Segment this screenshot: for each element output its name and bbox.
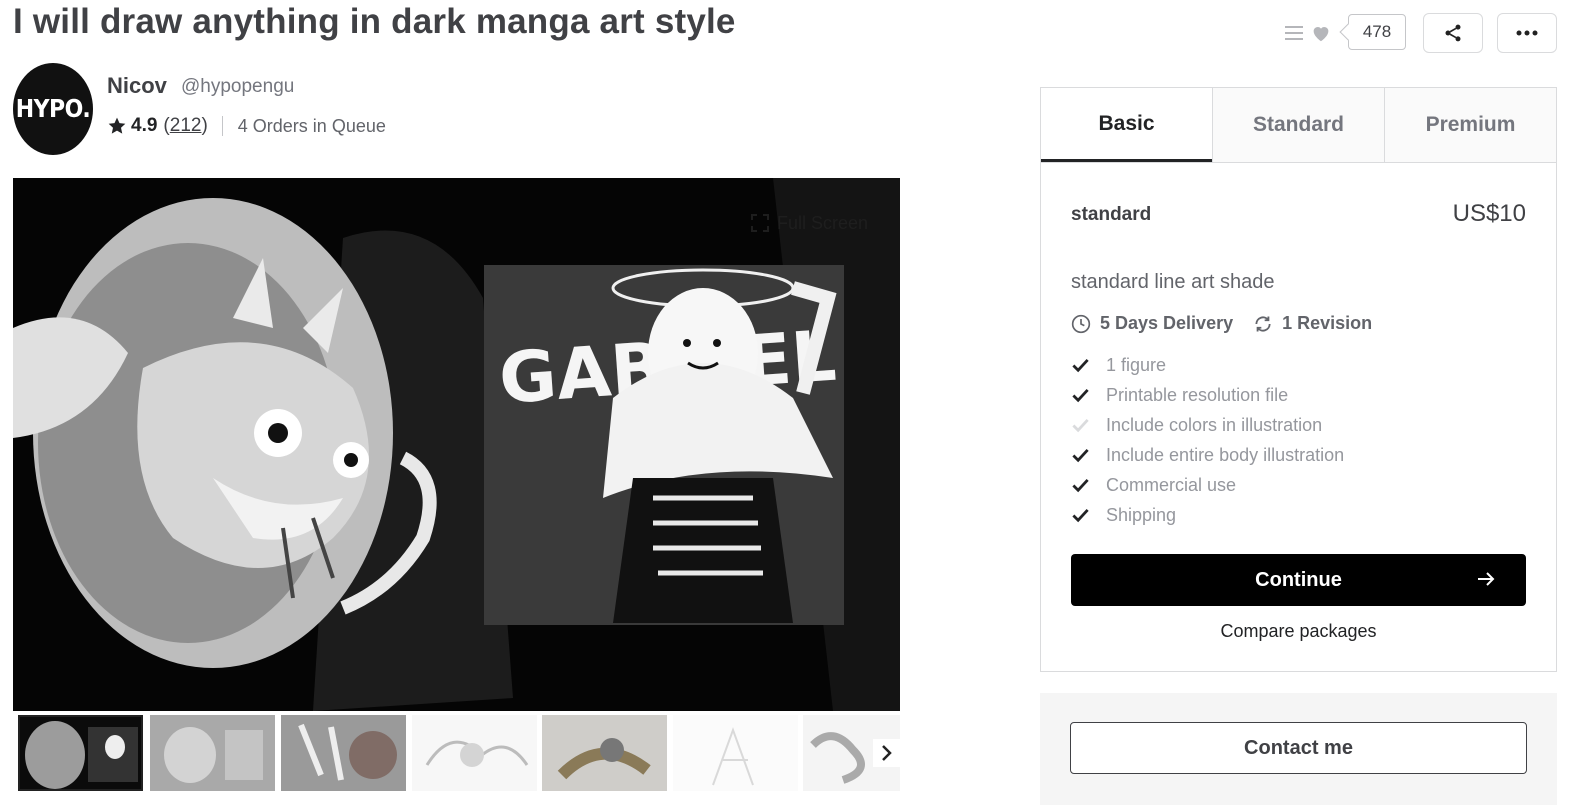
check-icon <box>1072 388 1089 402</box>
share-icon <box>1445 24 1461 42</box>
gallery-main-image[interactable]: GABRIEL Full Screen <box>13 178 900 711</box>
delivery-row: 5 Days Delivery 1 Revision <box>1071 313 1372 334</box>
thumbnail[interactable] <box>673 715 798 791</box>
contact-section: Contact me <box>1040 693 1557 805</box>
package-tabs: Basic Standard Premium <box>1041 88 1556 163</box>
gig-title: I will draw anything in dark manga art s… <box>13 2 736 41</box>
chevron-right-icon <box>882 745 892 761</box>
thumbnail[interactable] <box>150 715 275 791</box>
thumbnail[interactable] <box>281 715 406 791</box>
feature-list: 1 figure Printable resolution file Inclu… <box>1071 350 1344 530</box>
delivery-time: 5 Days Delivery <box>1100 313 1234 333</box>
package-card: Basic Standard Premium standard US$10 st… <box>1040 87 1557 672</box>
share-button[interactable] <box>1423 13 1483 53</box>
feature-item: Shipping <box>1071 500 1344 530</box>
thumbnail[interactable] <box>412 715 537 791</box>
save-count-badge: 478 <box>1348 14 1406 50</box>
heart-icon[interactable] <box>1310 22 1332 44</box>
compare-packages-link[interactable]: Compare packages <box>1041 621 1556 642</box>
feature-item: Printable resolution file <box>1071 380 1344 410</box>
tab-basic[interactable]: Basic <box>1041 88 1212 162</box>
tab-standard[interactable]: Standard <box>1212 88 1384 162</box>
package-price: US$10 <box>1452 200 1526 227</box>
fullscreen-label: Full Screen <box>777 212 869 233</box>
arrow-right-icon <box>1478 572 1495 586</box>
check-icon <box>1072 358 1089 372</box>
divider <box>221 116 223 136</box>
package-name: standard <box>1071 204 1152 225</box>
check-icon <box>1072 508 1089 522</box>
seller-rating-row: 4.9 (212) 4 Orders in Queue <box>107 115 386 137</box>
check-icon-disabled <box>1072 418 1089 432</box>
revisions-count: 1 Revision <box>1282 313 1373 333</box>
orders-in-queue: 4 Orders in Queue <box>237 115 386 136</box>
thumbnail[interactable] <box>18 715 143 791</box>
check-icon <box>1072 448 1089 462</box>
artwork-image: GABRIEL <box>13 178 900 711</box>
continue-label: Continue <box>1255 568 1342 591</box>
gallery-thumbnails <box>13 715 900 791</box>
clock-icon <box>1071 314 1091 333</box>
more-options-button[interactable] <box>1497 13 1557 53</box>
package-description: standard line art shade <box>1071 271 1275 293</box>
reviews-count[interactable]: 212 <box>170 115 202 136</box>
contact-me-button[interactable]: Contact me <box>1070 722 1527 774</box>
feature-item: Include entire body illustration <box>1071 440 1344 470</box>
more-icon <box>1516 30 1538 36</box>
gig-actions: 478 <box>1282 13 1557 54</box>
feature-item: Include colors in illustration <box>1071 410 1344 440</box>
revision-icon <box>1255 315 1271 332</box>
tab-premium[interactable]: Premium <box>1384 88 1556 162</box>
feature-item: Commercial use <box>1071 470 1344 500</box>
thumbnails-next-button[interactable] <box>873 739 900 767</box>
seller-handle: @hypopengu <box>181 76 295 97</box>
reviews-link[interactable]: (212) <box>163 115 207 137</box>
rating-score: 4.9 <box>131 115 158 136</box>
seller-name[interactable]: Nicov <box>107 73 167 99</box>
list-menu-icon[interactable] <box>1282 21 1306 45</box>
star-icon <box>108 117 126 134</box>
seller-avatar[interactable]: HYPO. <box>13 63 93 155</box>
thumbnail[interactable] <box>542 715 667 791</box>
check-icon <box>1072 478 1089 492</box>
fullscreen-button[interactable]: Full Screen <box>741 209 877 237</box>
continue-button[interactable]: Continue <box>1071 554 1526 606</box>
feature-item: 1 figure <box>1071 350 1344 380</box>
fullscreen-icon <box>751 214 769 232</box>
